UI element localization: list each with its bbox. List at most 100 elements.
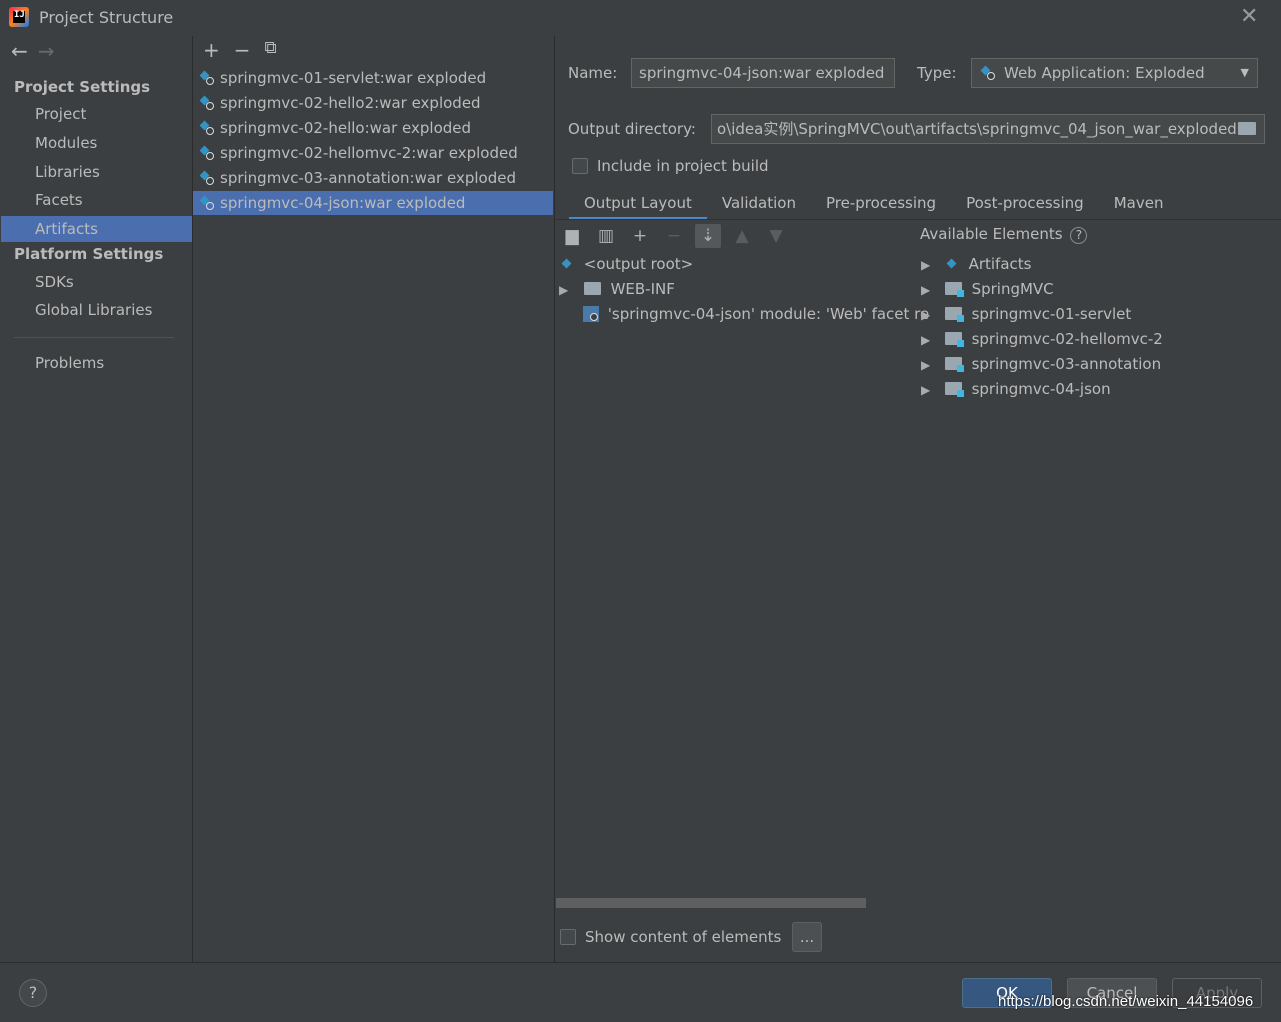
sort-alphabetically-icon[interactable]: ⇣	[695, 224, 721, 248]
web-artifact-icon	[199, 170, 215, 186]
sidebar-item-modules[interactable]: Modules	[1, 130, 192, 156]
available-item[interactable]: ▶ Artifacts	[921, 252, 1031, 276]
nav-arrows: ← →	[11, 39, 55, 63]
module-folder-icon	[944, 307, 964, 322]
forward-arrow-icon: →	[37, 39, 55, 63]
tab-validation[interactable]: Validation	[707, 192, 811, 220]
module-folder-icon	[944, 382, 964, 397]
name-label: Name:	[568, 64, 618, 82]
expand-arrow-icon[interactable]: ▶	[921, 253, 935, 277]
output-root-icon	[559, 256, 575, 272]
available-item[interactable]: ▶ springmvc-01-servlet	[921, 302, 1131, 326]
available-item-label: Artifacts	[968, 255, 1032, 273]
type-select-value: Web Application: Exploded	[1004, 64, 1205, 82]
sidebar-item-global-libraries[interactable]: Global Libraries	[1, 297, 192, 323]
artifact-list-item[interactable]: springmvc-03-annotation:war exploded	[193, 166, 553, 190]
sidebar-item-problems[interactable]: Problems	[1, 350, 192, 376]
tree-row-facet[interactable]: 'springmvc-04-json' module: 'Web' facet …	[583, 302, 929, 326]
sidebar-item-project[interactable]: Project	[1, 101, 192, 127]
available-item-label: springmvc-01-servlet	[971, 305, 1132, 323]
close-icon[interactable]: ✕	[1240, 4, 1258, 29]
move-up-icon: ▲	[735, 226, 749, 246]
show-content-checkbox[interactable]	[560, 929, 576, 945]
web-artifact-icon	[199, 145, 215, 161]
facet-label: 'springmvc-04-json' module: 'Web' facet …	[607, 305, 930, 323]
web-artifact-icon	[980, 65, 996, 81]
available-item[interactable]: ▶ springmvc-02-hellomvc-2	[921, 327, 1163, 351]
tab-pre-processing[interactable]: Pre-processing	[811, 192, 951, 220]
available-item-label: springmvc-03-annotation	[971, 355, 1162, 373]
output-directory-field[interactable]: o\idea实例\SpringMVC\out\artifacts\springm…	[711, 114, 1265, 144]
expand-arrow-icon[interactable]: ▶	[921, 328, 935, 352]
available-item[interactable]: ▶ springmvc-04-json	[921, 377, 1111, 401]
sidebar-item-facets[interactable]: Facets	[1, 187, 192, 213]
horizontal-scrollbar[interactable]	[556, 898, 866, 908]
window-title: Project Structure	[39, 8, 174, 27]
sidebar-item-libraries[interactable]: Libraries	[1, 159, 192, 185]
sidebar-divider	[14, 337, 174, 338]
available-item[interactable]: ▶ SpringMVC	[921, 277, 1054, 301]
artifact-list-item-selected[interactable]: springmvc-04-json:war exploded	[193, 191, 553, 215]
chevron-down-icon: ▼	[1240, 66, 1249, 79]
artifact-label: springmvc-02-hellomvc-2:war exploded	[220, 144, 518, 162]
add-icon[interactable]: +	[203, 38, 220, 62]
artifact-list-item[interactable]: springmvc-02-hello:war exploded	[193, 116, 553, 140]
sidebar-item-artifacts[interactable]: Artifacts	[1, 216, 192, 242]
project-settings-header: Project Settings	[14, 78, 151, 96]
type-select[interactable]: Web Application: Exploded ▼	[971, 58, 1258, 88]
ellipsis-button[interactable]: ...	[792, 922, 822, 952]
remove-icon[interactable]: −	[234, 38, 251, 62]
include-build-label: Include in project build	[597, 157, 769, 175]
artifact-list-item[interactable]: springmvc-02-hellomvc-2:war exploded	[193, 141, 553, 165]
tree-row-web-inf[interactable]: ▶ WEB-INF	[559, 277, 675, 301]
available-item[interactable]: ▶ springmvc-03-annotation	[921, 352, 1161, 376]
move-down-icon: ▼	[769, 226, 783, 246]
tabs-divider	[555, 219, 1281, 220]
layout-toolbar: ▆ ▥ + − ⇣ ▲ ▼	[559, 224, 789, 248]
tab-post-processing[interactable]: Post-processing	[951, 192, 1099, 220]
back-arrow-icon[interactable]: ←	[11, 39, 28, 63]
artifact-list-item[interactable]: springmvc-02-hello2:war exploded	[193, 91, 553, 115]
create-archive-icon[interactable]: ▥	[593, 224, 619, 248]
artifacts-toolbar: + − ⧉	[203, 38, 277, 62]
expand-arrow-icon[interactable]: ▶	[921, 353, 935, 377]
folder-browse-icon[interactable]	[1238, 122, 1256, 135]
artifact-label: springmvc-04-json:war exploded	[220, 194, 466, 212]
artifact-list-item[interactable]: springmvc-01-servlet:war exploded	[193, 66, 553, 90]
module-folder-icon	[944, 332, 964, 347]
type-label: Type:	[917, 64, 957, 82]
tab-maven[interactable]: Maven	[1099, 192, 1179, 220]
expand-arrow-icon[interactable]: ▶	[559, 278, 573, 302]
dialog-footer: ? OK Cancel Apply	[0, 962, 1281, 1022]
expand-arrow-icon[interactable]: ▶	[921, 303, 935, 327]
copy-icon[interactable]: ⧉	[265, 38, 277, 62]
show-content-label: Show content of elements	[585, 928, 782, 946]
help-button[interactable]: ?	[19, 979, 47, 1007]
available-item-label: SpringMVC	[971, 280, 1054, 298]
expand-arrow-icon[interactable]: ▶	[921, 378, 935, 402]
tree-row-output-root[interactable]: <output root>	[559, 252, 693, 276]
watermark-text: https://blog.csdn.net/weixin_44154096	[998, 993, 1254, 1010]
web-artifact-icon	[199, 195, 215, 211]
output-root-label: <output root>	[583, 255, 694, 273]
artifact-detail-pane: Name: springmvc-04-json:war exploded Typ…	[554, 36, 1281, 962]
artifact-label: springmvc-03-annotation:war exploded	[220, 169, 516, 187]
intellij-logo-icon: IJ	[9, 7, 29, 27]
include-build-checkbox[interactable]	[572, 158, 588, 174]
create-directory-icon[interactable]: ▆	[559, 224, 585, 248]
artifact-tabs: Output Layout Validation Pre-processing …	[569, 192, 1178, 220]
web-artifact-icon	[199, 95, 215, 111]
tab-output-layout[interactable]: Output Layout	[569, 192, 707, 220]
help-icon[interactable]: ?	[1070, 227, 1088, 244]
available-item-label: springmvc-02-hellomvc-2	[971, 330, 1163, 348]
available-elements-label: Available Elements ?	[920, 225, 1088, 244]
settings-sidebar: ← → Project Settings Project Modules Libr…	[1, 36, 192, 962]
name-field[interactable]: springmvc-04-json:war exploded	[631, 58, 895, 88]
sidebar-item-sdks[interactable]: SDKs	[1, 269, 192, 295]
web-inf-label: WEB-INF	[610, 280, 675, 298]
artifact-label: springmvc-01-servlet:war exploded	[220, 69, 487, 87]
expand-arrow-icon[interactable]: ▶	[921, 278, 935, 302]
web-artifact-icon	[199, 120, 215, 136]
add-copy-icon[interactable]: +	[627, 224, 653, 248]
artifacts-icon	[944, 256, 960, 272]
